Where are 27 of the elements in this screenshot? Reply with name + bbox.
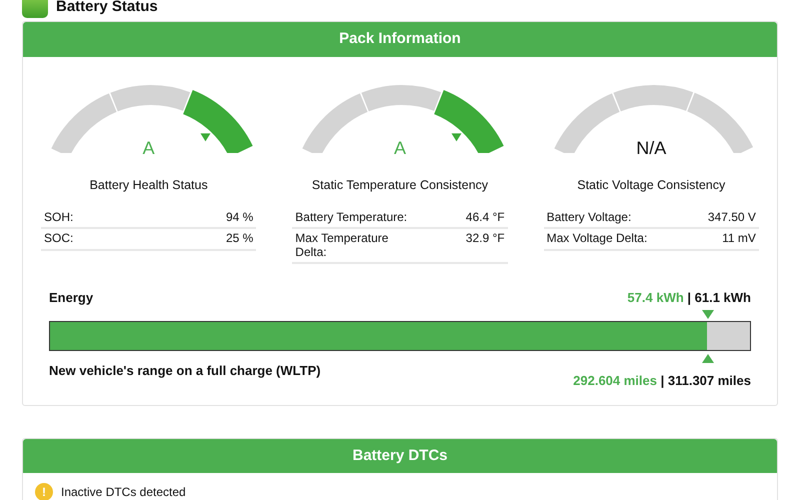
page-title: Battery Status [56, 0, 158, 16]
range-label: New vehicle's range on a full charge (WLTP) [49, 362, 321, 380]
stat-label: Max Voltage Delta: [546, 232, 648, 246]
section-header: Battery DTCs [23, 438, 777, 474]
stat-label: Battery Voltage: [546, 211, 632, 224]
stat-value: 94 % [226, 211, 254, 224]
grade-text: A [142, 136, 156, 160]
grade-text: A [392, 136, 407, 160]
energy-label: Energy [49, 288, 94, 307]
stat-value: 11 mV [722, 232, 756, 246]
grade-text: N/A [635, 136, 668, 160]
range-value: 292.604 miles | 311.307 miles [573, 372, 751, 390]
stat-value: 25 % [226, 232, 254, 246]
gauge-title: Static Temperature Consistency [310, 176, 490, 194]
section-header: Pack Information [23, 22, 777, 56]
stat-label: Max Temperature Delta: [295, 232, 390, 259]
energy-value: 57.4 kWh | 61.1 kWh [627, 288, 751, 307]
stat-value: 46.4 °F [466, 211, 505, 224]
stat-label: SOC: [44, 232, 74, 246]
dtc-message: Inactive DTCs detected [61, 484, 186, 500]
stat-value: 32.9 °F [466, 232, 505, 248]
stat-value: 347.50 V [708, 211, 756, 224]
warning-icon: ! [35, 483, 53, 500]
stat-label: SOH: [44, 211, 74, 224]
gauge-title: Battery Health Status [88, 176, 209, 194]
stat-label: Battery Temperature: [295, 211, 408, 224]
gauge-title: Static Voltage Consistency [576, 176, 726, 194]
